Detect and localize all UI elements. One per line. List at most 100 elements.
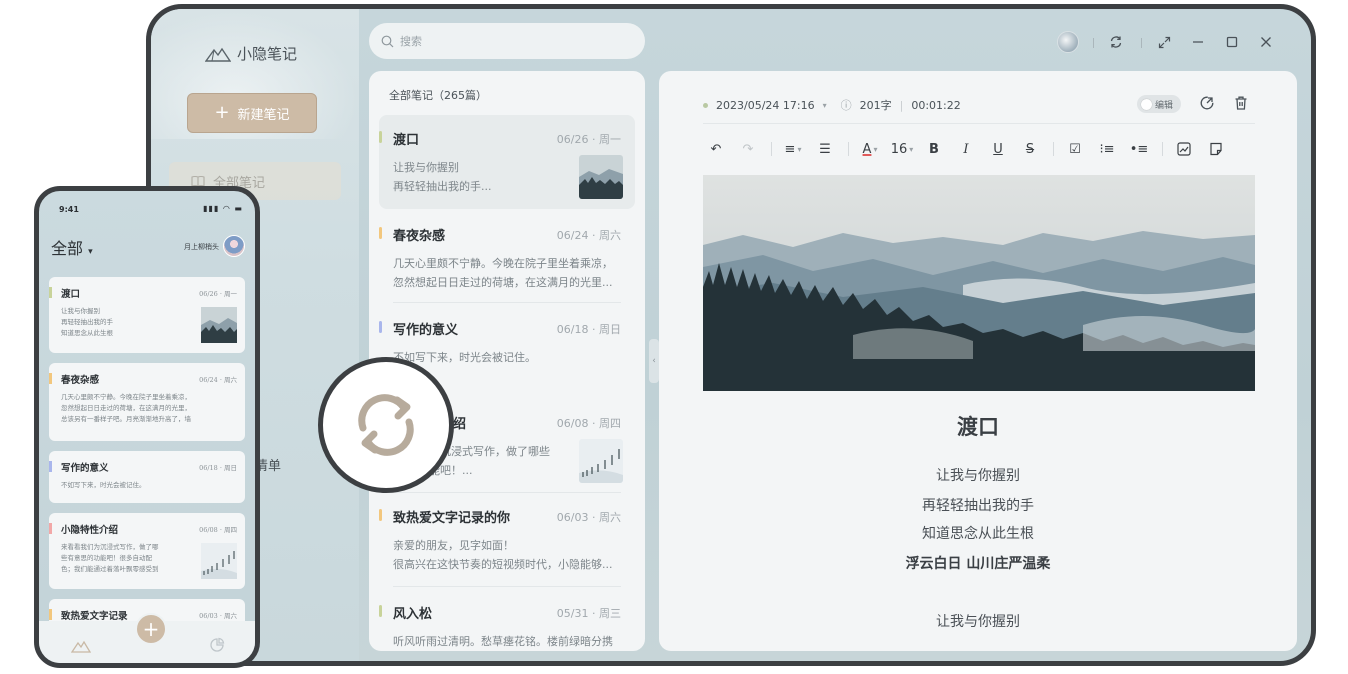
bold-icon[interactable]: B (921, 138, 947, 160)
note-date: 06/26 · 周一 (556, 133, 621, 146)
document-line[interactable]: 浮云白日 山川庄严温柔 (659, 553, 1297, 573)
note-date: 06/08 · 周四 (556, 417, 621, 430)
edit-mode-toggle[interactable]: 编辑 (1137, 95, 1181, 113)
note-thumbnail (201, 307, 237, 343)
indent-icon[interactable]: ☰ (812, 138, 838, 160)
image-icon[interactable] (1171, 138, 1197, 160)
note-thumbnail (201, 543, 237, 579)
add-note-button[interactable]: + (135, 613, 167, 645)
bullet-list-icon[interactable]: •≡ (1126, 138, 1152, 160)
mountain-logo-icon[interactable] (71, 639, 91, 653)
phone-user-name: 月上柳梢头 (184, 243, 219, 251)
phone-title[interactable]: 全部 ▾ (51, 235, 93, 259)
stage: 小隐笔记 + 新建笔记 全部笔记 清单 搜索 全部笔记（265篇） 渡口 06/… (0, 0, 1348, 674)
note-meta: 2023/05/24 17:16 ▾ ⓘ 201字 | 00:01:22 (703, 97, 961, 113)
list-item[interactable]: 写作的意义 06/18 · 周日 不如写下来，时光会被记住。 (49, 451, 245, 503)
search-bar[interactable]: 搜索 (369, 23, 645, 59)
maximize-icon[interactable] (1223, 33, 1241, 51)
accent-bar (379, 509, 382, 521)
redo-icon[interactable]: ↷ (735, 138, 761, 160)
edit-toggle-label: 编辑 (1155, 100, 1174, 111)
minimize-icon[interactable] (1189, 33, 1207, 51)
sync-badge (318, 357, 454, 493)
sticky-note-icon[interactable] (1203, 138, 1229, 160)
list-item[interactable]: 小隐特性介绍 06/08 · 周四 来看看我们为沉浸式写作，做了哪 些有意思的功能… (49, 513, 245, 589)
accent-bar (379, 321, 382, 333)
new-note-button[interactable]: + 新建笔记 (187, 93, 317, 133)
note-date: 06/08 · 周四 (199, 526, 237, 534)
note-date: 06/26 · 周一 (199, 290, 237, 298)
phone-frame: 9:41 ▮▮▮ ◠ ▬ 全部 ▾ 月上柳梢头 渡口 06/26 · 周一 让我… (34, 186, 260, 668)
accent-bar (379, 605, 382, 617)
note-excerpt: 亲爱的朋友，见字如面！ 很高兴在这快节奏的短视频时代，小隐能够... (393, 539, 613, 571)
chevron-down-icon: ▾ (88, 247, 93, 257)
expand-icon[interactable] (1155, 33, 1173, 51)
note-date: 06/03 · 周六 (199, 612, 237, 620)
list-item[interactable]: 春夜杂感 06/24 · 周六 几天心里颇不宁静。今晚在院子里坐着乘凉， 忽然想起… (49, 363, 245, 441)
note-excerpt: 几天心里颇不宁静。今晚在院子里坐着乘凉， 忽然想起日日走过的荷塘，在这满月的光里，… (61, 393, 191, 423)
align-icon[interactable]: ≡ ▾ (780, 138, 806, 160)
search-icon (381, 35, 394, 47)
document-title[interactable]: 渡口 (659, 411, 1297, 441)
note-list-header: 全部笔记（265篇） (389, 89, 487, 102)
note-date: 06/24 · 周六 (199, 376, 237, 384)
status-dot (703, 102, 708, 108)
sync-icon (358, 394, 414, 456)
new-note-label: 新建笔记 (237, 107, 290, 123)
checkbox-icon[interactable]: ☑ (1062, 138, 1088, 160)
note-cover-image (703, 175, 1255, 391)
divider (393, 302, 621, 303)
app-logo: 小隐笔记 (205, 43, 297, 64)
strikethrough-icon[interactable]: S (1017, 138, 1043, 160)
app-name: 小隐笔记 (237, 45, 298, 63)
list-item[interactable]: 渡口 06/26 · 周一 让我与你握别 再轻轻抽出我的手 知道思念从此生根 (49, 277, 245, 353)
share-icon[interactable] (1199, 95, 1217, 113)
toggle-knob (1141, 98, 1152, 110)
mountain-logo-icon (205, 47, 231, 62)
note-datetime[interactable]: 2023/05/24 17:16 (716, 99, 815, 112)
underline-icon[interactable]: U (985, 138, 1011, 160)
plus-icon: + (142, 617, 160, 641)
tablet-frame: 小隐笔记 + 新建笔记 全部笔记 清单 搜索 全部笔记（265篇） 渡口 06/… (146, 4, 1316, 666)
note-thumbnail (579, 155, 623, 199)
divider (393, 586, 621, 587)
trash-icon[interactable] (1233, 95, 1251, 113)
avatar[interactable] (223, 235, 245, 257)
close-icon[interactable] (1257, 33, 1275, 51)
note-list-item[interactable]: 致热爱文字记录的你 06/03 · 周六 亲爱的朋友，见字如面！ 很高兴在这快节奏… (379, 493, 635, 583)
undo-icon[interactable]: ↶ (703, 138, 729, 160)
note-date: 05/31 · 周三 (556, 607, 621, 620)
note-list-item[interactable]: 春夜杂感 06/24 · 周六 几天心里颇不宁静。今晚在院子里坐着乘凉， 忽然想起… (379, 211, 635, 301)
status-time: 9:41 (59, 205, 79, 214)
note-list-item[interactable]: 风入松 05/31 · 周三 听风听雨过清明。愁草瘗花铭。楼前绿暗分携 (379, 589, 635, 651)
divider (703, 123, 1255, 124)
writing-duration: 00:01:22 (911, 98, 961, 112)
note-date: 06/24 · 周六 (556, 229, 621, 242)
note-excerpt: 不如写下来，时光会被记住。 (61, 481, 146, 489)
italic-icon[interactable]: I (953, 138, 979, 160)
collapse-handle[interactable]: ‹ (649, 339, 659, 383)
search-placeholder: 搜索 (400, 35, 422, 48)
note-excerpt: 听风听雨过清明。愁草瘗花铭。楼前绿暗分携 (393, 635, 613, 648)
accent-bar (379, 227, 382, 239)
font-color-icon[interactable]: A ▾ (857, 138, 883, 160)
note-date: 06/03 · 周六 (556, 511, 621, 524)
document-line[interactable]: 让我与你握别 (659, 465, 1297, 485)
ordered-list-icon[interactable]: ⁝≡ (1094, 138, 1120, 160)
note-date: 06/18 · 周日 (199, 464, 237, 472)
document-line[interactable]: 再轻轻抽出我的手 (659, 495, 1297, 515)
sync-icon[interactable] (1107, 33, 1125, 51)
note-list-item[interactable]: 渡口 06/26 · 周一 让我与你握别 再轻轻抽出我的手... (379, 115, 635, 209)
note-thumbnail (579, 439, 623, 483)
word-count: 201字 (859, 99, 892, 112)
format-toolbar: ↶ ↷ ≡ ▾ ☰ A ▾ 16 ▾ B I U S ☑ ⁝≡ •≡ (703, 137, 1255, 161)
note-excerpt: 几天心里颇不宁静。今晚在院子里坐着乘凉， 忽然想起日日走过的荷塘，在这满月的光里.… (393, 257, 613, 289)
stats-icon[interactable] (209, 637, 225, 653)
plus-icon: + (214, 102, 230, 123)
user-avatar[interactable] (1057, 31, 1079, 53)
divider (1093, 38, 1094, 48)
font-size-select[interactable]: 16 ▾ (889, 138, 915, 160)
document-line[interactable]: 让我与你握别 (659, 611, 1297, 631)
document-line[interactable]: 知道思念从此生根 (659, 523, 1297, 543)
chevron-down-icon: ▾ (822, 100, 827, 110)
